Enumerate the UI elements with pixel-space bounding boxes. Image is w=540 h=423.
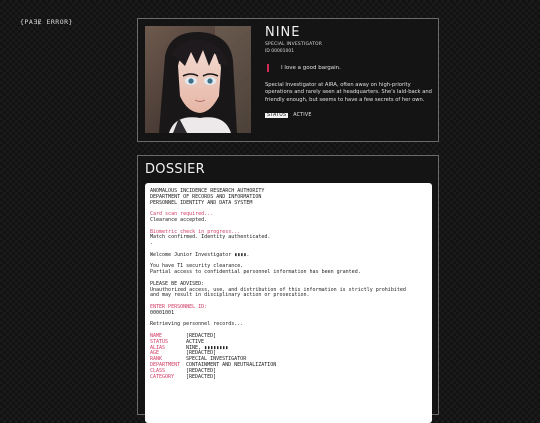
profile-info: NINE SPECIAL INVESTIGATOR ID 00001001 I … xyxy=(265,25,435,118)
character-description: Special Investigator at AIRA, often away… xyxy=(265,82,432,103)
profile-card: NINE SPECIAL INVESTIGATOR ID 00001001 I … xyxy=(137,18,439,142)
status-tags: STATUS ACTIVE xyxy=(265,112,435,118)
active-tag: ACTIVE xyxy=(293,112,312,118)
character-name: NINE xyxy=(265,25,301,40)
dossier-terminal[interactable]: ANOMALOUS INCIDENCE RESEARCH AUTHORITY D… xyxy=(145,183,432,423)
record-key: CATEGORY xyxy=(150,373,175,380)
character-id: ID 00001001 xyxy=(265,49,295,54)
dossier-title: DOSSIER xyxy=(145,162,205,177)
character-portrait xyxy=(145,26,251,133)
record-value: [REDACTED] xyxy=(186,373,217,380)
character-role: SPECIAL INVESTIGATOR xyxy=(265,42,323,47)
record-row: CATEGORY [REDACTED] xyxy=(150,373,427,381)
character-quote: I love a good bargain. xyxy=(267,64,435,72)
dossier-panel: DOSSIER ANOMALOUS INCIDENCE RESEARCH AUT… xyxy=(137,155,439,423)
status-tag: STATUS xyxy=(265,112,289,118)
site-logo[interactable]: {PAƎɆ ERROR} xyxy=(20,18,73,26)
